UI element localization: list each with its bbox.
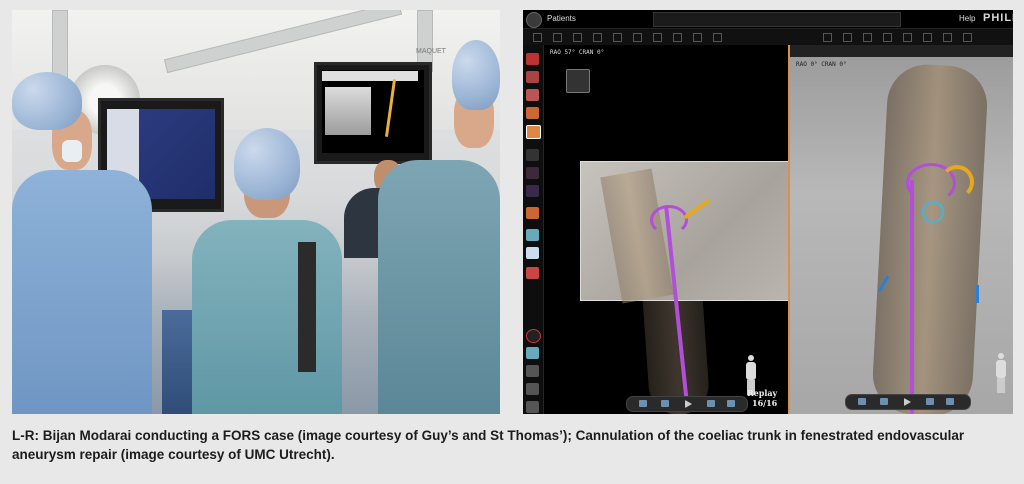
tool-icon[interactable]: [633, 33, 642, 42]
catheter-shape: [910, 180, 914, 414]
tool-icon[interactable]: [823, 33, 832, 42]
fluoroscopy-overlay: [580, 161, 792, 304]
tool-icon[interactable]: [653, 33, 662, 42]
ceiling-arm: [52, 10, 68, 82]
tool-icon[interactable]: [613, 33, 622, 42]
surgeon-right-cap: [452, 40, 500, 110]
hand-tool-icon[interactable]: [566, 69, 590, 93]
tool-icon[interactable]: [573, 33, 582, 42]
tool-icon[interactable]: [693, 33, 702, 42]
tool-icon[interactable]: [883, 33, 892, 42]
layout-icon[interactable]: [526, 229, 539, 241]
record-icon[interactable]: [526, 267, 539, 279]
view-toolbar: [523, 29, 1013, 45]
tool-icon[interactable]: [843, 33, 852, 42]
surgeon-left-mask: [62, 140, 82, 162]
segment-icon[interactable]: [526, 89, 539, 101]
philips-logo: PHILIPS: [983, 12, 1013, 24]
tool-icon[interactable]: [673, 33, 682, 42]
figure-caption: L-R: Bijan Modarai conducting a FORS cas…: [12, 428, 965, 462]
left-tool-sidebar: [523, 45, 544, 414]
device-icon[interactable]: [526, 167, 539, 179]
prev-icon[interactable]: [661, 400, 669, 407]
home-icon[interactable]: [526, 12, 542, 28]
tool-icon[interactable]: [943, 33, 952, 42]
forward-icon[interactable]: [727, 400, 735, 407]
back-icon[interactable]: [639, 400, 647, 407]
aorta-model: [870, 62, 990, 414]
next-icon[interactable]: [926, 398, 934, 405]
replay-status: Replay 16/16: [747, 388, 777, 408]
patients-tab[interactable]: Patients: [547, 14, 576, 23]
zoom-icon[interactable]: [526, 329, 541, 343]
tool-icon[interactable]: [713, 33, 722, 42]
fors-navigation-screenshot: Patients Help PHILIPS: [523, 10, 1013, 414]
fenestration-marker: [922, 201, 944, 223]
check-icon[interactable]: [526, 149, 539, 161]
surgeon-center-gown: [192, 220, 342, 414]
anatomy-icon[interactable]: [526, 71, 539, 83]
catheter-icon[interactable]: [526, 185, 539, 197]
playback-controls[interactable]: [626, 396, 748, 412]
tool-icon[interactable]: [963, 33, 972, 42]
surgeon-center-cap: [234, 128, 300, 200]
tool-icon[interactable]: [593, 33, 602, 42]
layout-split-icon[interactable]: [526, 247, 539, 259]
help-link[interactable]: Help: [959, 14, 975, 23]
patient-icon[interactable]: [526, 53, 539, 65]
camera-icon[interactable]: [526, 383, 539, 395]
tool-icon[interactable]: [903, 33, 912, 42]
maquet-label: MAQUET: [416, 48, 446, 55]
prev-icon[interactable]: [880, 398, 888, 405]
left-3d-view[interactable]: RAO 57° CRAN 0°: [544, 45, 792, 414]
app-topbar: Patients Help PHILIPS: [523, 10, 1013, 29]
play-icon[interactable]: [685, 400, 692, 408]
playback-controls[interactable]: [845, 394, 971, 410]
guidewire-shape: [940, 165, 974, 199]
surgeon-right-gown: [378, 160, 500, 414]
replay-label: Replay: [747, 388, 778, 398]
right-view-toolbar: [790, 45, 1013, 57]
export-icon[interactable]: [526, 401, 539, 413]
image-icon[interactable]: [526, 207, 539, 219]
overlay-icon[interactable]: [526, 107, 539, 119]
next-icon[interactable]: [707, 400, 715, 407]
left-view-angle: RAO 57° CRAN 0°: [550, 49, 605, 56]
grid-icon[interactable]: [526, 347, 539, 359]
tool-icon[interactable]: [863, 33, 872, 42]
surgeon-left-gown: [12, 170, 152, 414]
tool-icon[interactable]: [533, 33, 542, 42]
tool-icon[interactable]: [553, 33, 562, 42]
imaging-monitor: [314, 62, 432, 164]
right-3d-view[interactable]: RAO 0° CRAN 0°: [788, 45, 1013, 414]
operating-room-photo: MAQUET: [12, 10, 500, 414]
stent-marker: [976, 285, 979, 303]
replay-counter: 16/16: [752, 398, 778, 408]
forward-icon[interactable]: [946, 398, 954, 405]
surgeon-center-tie: [298, 242, 316, 372]
right-view-angle: RAO 0° CRAN 0°: [796, 61, 847, 68]
tool-icon[interactable]: [923, 33, 932, 42]
patient-search-field[interactable]: [653, 12, 901, 27]
play-icon[interactable]: [904, 398, 911, 406]
back-icon[interactable]: [858, 398, 866, 405]
settings-icon[interactable]: [526, 365, 539, 377]
orientation-figure-icon: [994, 353, 1008, 393]
surgeon-left-cap: [12, 72, 82, 130]
active-tool-icon[interactable]: [526, 125, 541, 139]
